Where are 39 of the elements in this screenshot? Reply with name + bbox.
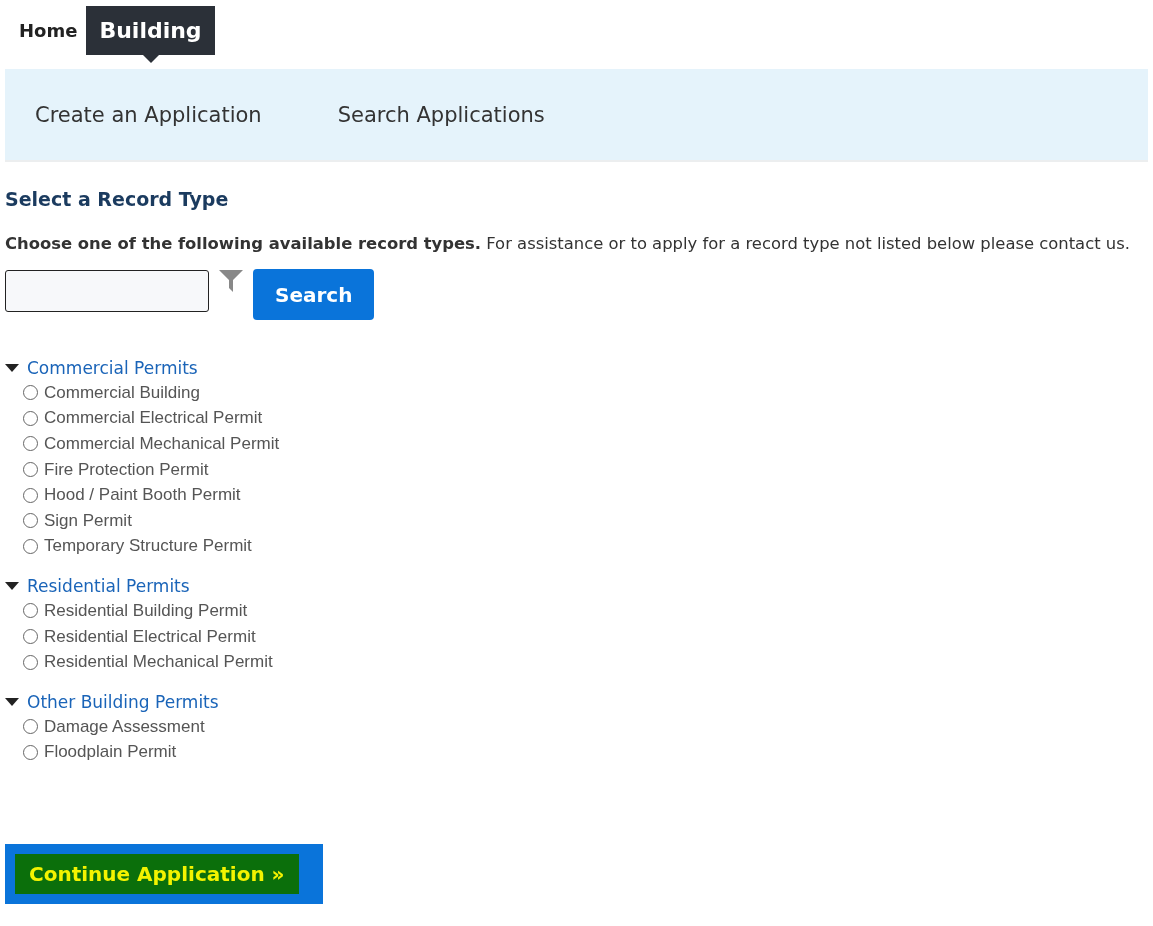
radio-button[interactable] [23,462,38,478]
radio-button[interactable] [23,513,38,529]
subnav-link[interactable]: Search Applications [337,102,545,127]
group-title[interactable]: Residential Permits [27,576,190,597]
group-title[interactable]: Commercial Permits [27,358,198,378]
radio-button[interactable] [23,629,38,645]
nav-tab[interactable]: Home [10,6,87,55]
section-heading: Select a Record Type [5,188,230,210]
group-title[interactable]: Other Building Permits [27,691,219,712]
caret-down-icon[interactable] [5,696,19,707]
radio-label[interactable]: Commercial Mechanical Permit [44,434,280,454]
radio-label[interactable]: Commercial Building [44,382,200,403]
radio-label[interactable]: Commercial Electrical Permit [44,408,263,429]
radio-label[interactable]: Sign Permit [44,510,132,531]
filter-icon[interactable] [219,269,243,293]
radio-button[interactable] [23,410,38,426]
radio-button[interactable] [23,654,38,670]
caret-down-icon[interactable] [5,363,19,373]
radio-button[interactable] [23,744,38,760]
radio-label[interactable]: Residential Electrical Permit [44,626,256,647]
radio-label[interactable]: Floodplain Permit [44,742,177,763]
radio-button[interactable] [23,487,38,503]
radio-button[interactable] [23,603,38,619]
radio-label[interactable]: Residential Building Permit [44,600,248,621]
radio-label[interactable]: Residential Mechanical Permit [44,652,273,673]
radio-label[interactable]: Hood / Paint Booth Permit [44,485,241,506]
continue-button[interactable]: Continue Application » [5,844,323,905]
radio-label[interactable]: Damage Assessment [44,716,205,737]
radio-label[interactable]: Fire Protection Permit [44,459,209,480]
instructions-text: Choose one of the following available record types. For assistance or to apply for a record type not listed below please contact us. [5,233,1131,255]
search-field[interactable] [5,270,209,312]
radio-button[interactable] [23,538,38,554]
subnav-link[interactable]: Create an Application [35,102,262,127]
radio-label[interactable]: Temporary Structure Permit [44,536,252,557]
search-button[interactable]: Search [253,269,375,320]
radio-button[interactable] [23,436,38,452]
caret-down-icon[interactable] [5,581,19,592]
radio-button[interactable] [23,719,38,735]
radio-button[interactable] [23,385,38,401]
